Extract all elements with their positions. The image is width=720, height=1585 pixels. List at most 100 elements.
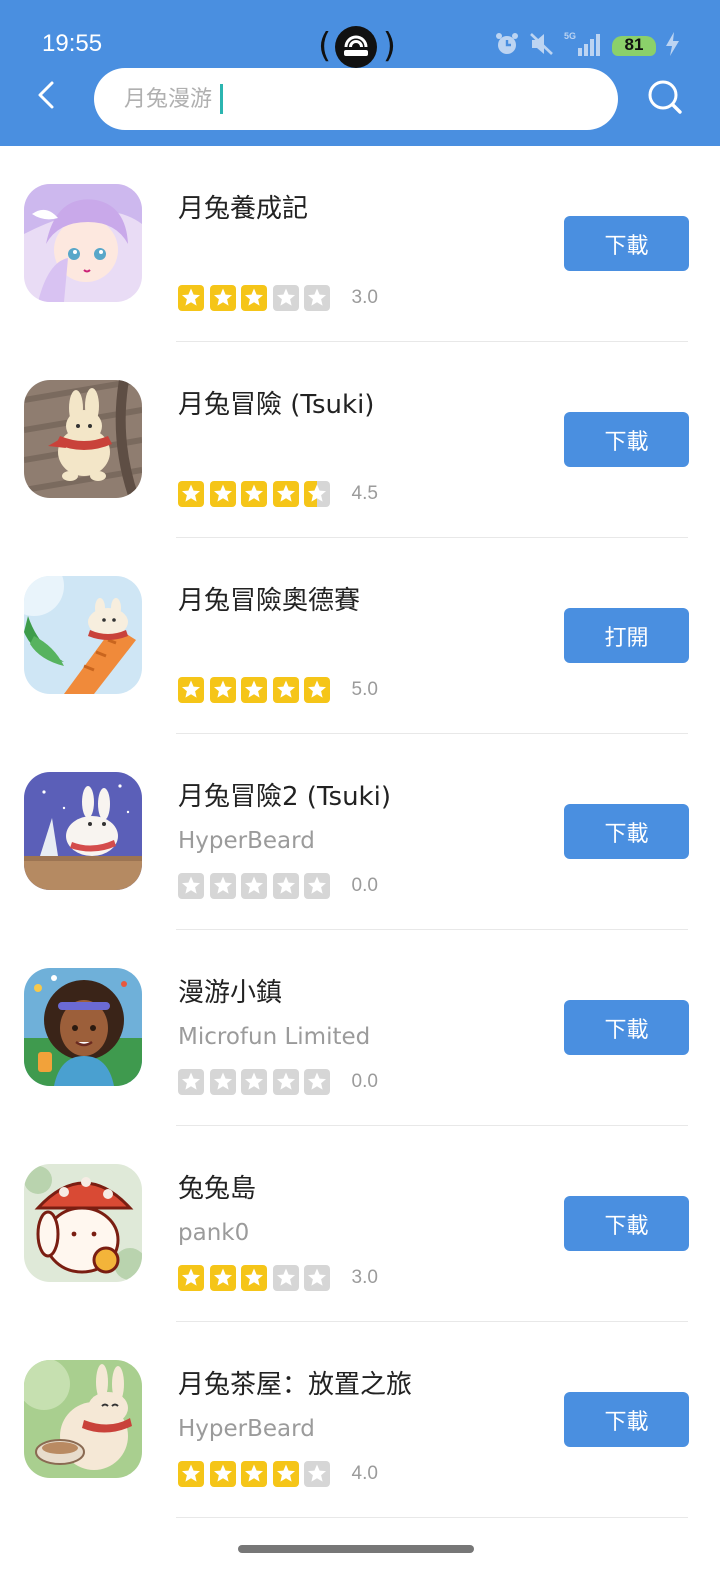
star-icon: [272, 873, 299, 899]
app-name[interactable]: 月兔茶屋：放置之旅: [178, 1364, 412, 1401]
app-developer: HyperBeard: [178, 828, 315, 854]
text-caret: [220, 84, 223, 114]
dynamic-island: ( ): [318, 24, 396, 68]
app-name[interactable]: 月兔冒險2 (Tsuki): [178, 776, 391, 813]
star-icon: [304, 1461, 330, 1487]
star-icon: [209, 285, 236, 311]
app-icon[interactable]: [24, 380, 142, 498]
home-indicator[interactable]: [238, 1545, 474, 1553]
star-icon: [209, 481, 236, 507]
svg-text:5G: 5G: [564, 31, 576, 41]
rating-value: 0.0: [351, 1071, 378, 1092]
download-button[interactable]: 下載: [564, 412, 689, 467]
star-icon: [178, 1069, 204, 1095]
app-developer: Microfun Limited: [178, 1024, 371, 1050]
star-icon: [304, 481, 330, 507]
app-list-item[interactable]: 月兔茶屋：放置之旅 HyperBeard 4.0 下載: [0, 1322, 720, 1518]
battery-level: 81: [624, 35, 644, 54]
rating-stars: 0.0: [178, 1068, 378, 1096]
app-name[interactable]: 月兔冒險奧德賽: [178, 580, 360, 617]
star-icon: [209, 677, 236, 703]
star-icon: [304, 677, 330, 703]
signal-icon: 5G: [564, 30, 604, 62]
star-icon: [241, 1461, 267, 1487]
app-list-item[interactable]: 兔兔島 pank0 3.0 下載: [0, 1126, 720, 1322]
star-icon: [272, 481, 299, 507]
app-list-item[interactable]: 月兔冒險2 (Tsuki) HyperBeard 0.0 下載: [0, 734, 720, 930]
app-name[interactable]: 月兔養成記: [178, 188, 308, 225]
status-time: 19:55: [42, 30, 103, 57]
star-icon: [178, 1265, 204, 1291]
download-button[interactable]: 下載: [564, 1392, 689, 1447]
app-list-item[interactable]: 月兔冒險奧德賽 5.0 打開: [0, 538, 720, 734]
search-results-list: 月兔養成記 3.0 下載 月兔冒險 (Tsuki) 4.5 下載 月兔冒險奧德賽…: [0, 146, 720, 1518]
star-icon: [178, 677, 204, 703]
star-icon: [178, 873, 204, 899]
star-icon: [241, 1265, 267, 1291]
app-name[interactable]: 兔兔島: [178, 1168, 256, 1205]
island-right-bracket: ): [382, 26, 396, 66]
star-icon: [209, 1461, 236, 1487]
rating-stars: 4.5: [178, 480, 378, 508]
download-button[interactable]: 下載: [564, 1196, 689, 1251]
star-icon: [272, 677, 299, 703]
star-icon: [178, 1461, 204, 1487]
alarm-icon: [494, 31, 520, 61]
app-icon[interactable]: [24, 184, 142, 302]
star-icon: [241, 677, 267, 703]
star-icon: [209, 1265, 236, 1291]
star-icon: [272, 285, 299, 311]
chevron-left-icon: [38, 81, 54, 109]
search-box[interactable]: [94, 68, 618, 130]
download-button[interactable]: 下載: [564, 804, 689, 859]
rating-value: 3.0: [351, 1267, 378, 1288]
star-icon: [304, 1265, 330, 1291]
app-icon[interactable]: [24, 968, 142, 1086]
open-button[interactable]: 打開: [564, 608, 689, 663]
app-icon[interactable]: [24, 1360, 142, 1478]
rating-value: 4.5: [351, 483, 378, 504]
divider: [176, 1517, 688, 1518]
mute-icon: [528, 31, 556, 61]
star-icon: [304, 873, 330, 899]
search-button[interactable]: [646, 78, 684, 116]
app-name[interactable]: 月兔冒險 (Tsuki): [178, 384, 374, 421]
rating-stars: 3.0: [178, 1264, 378, 1292]
star-icon: [241, 481, 267, 507]
star-icon: [178, 481, 204, 507]
download-button[interactable]: 下載: [564, 1000, 689, 1055]
star-icon: [209, 873, 236, 899]
battery-icon: 81: [612, 34, 656, 58]
app-icon[interactable]: [24, 772, 142, 890]
rating-value: 3.0: [351, 287, 378, 308]
search-input[interactable]: [124, 82, 564, 116]
hotspot-icon: [335, 26, 377, 68]
rating-stars: 3.0: [178, 284, 378, 312]
star-icon: [178, 285, 204, 311]
status-icons: 5G 81: [494, 30, 680, 62]
star-icon: [272, 1265, 299, 1291]
download-button[interactable]: 下載: [564, 216, 689, 271]
app-developer: pank0: [178, 1220, 250, 1246]
app-list-item[interactable]: 月兔養成記 3.0 下載: [0, 146, 720, 342]
top-bar: 19:55 ( ) 5G 81: [0, 0, 720, 146]
app-developer: HyperBeard: [178, 1416, 315, 1442]
charging-icon: [664, 31, 680, 61]
star-icon: [304, 1069, 330, 1095]
app-name[interactable]: 漫游小鎮: [178, 972, 282, 1009]
island-left-bracket: (: [318, 26, 332, 66]
rating-value: 0.0: [351, 875, 378, 896]
app-list-item[interactable]: 漫游小鎮 Microfun Limited 0.0 下載: [0, 930, 720, 1126]
star-icon: [241, 1069, 267, 1095]
star-icon: [241, 873, 267, 899]
star-icon: [209, 1069, 236, 1095]
app-icon[interactable]: [24, 576, 142, 694]
app-list-item[interactable]: 月兔冒險 (Tsuki) 4.5 下載: [0, 342, 720, 538]
star-icon: [241, 285, 267, 311]
rating-value: 4.0: [351, 1463, 378, 1484]
app-icon[interactable]: [24, 1164, 142, 1282]
star-icon: [272, 1069, 299, 1095]
back-button[interactable]: [30, 78, 64, 112]
rating-value: 5.0: [351, 679, 378, 700]
rating-stars: 4.0: [178, 1460, 378, 1488]
